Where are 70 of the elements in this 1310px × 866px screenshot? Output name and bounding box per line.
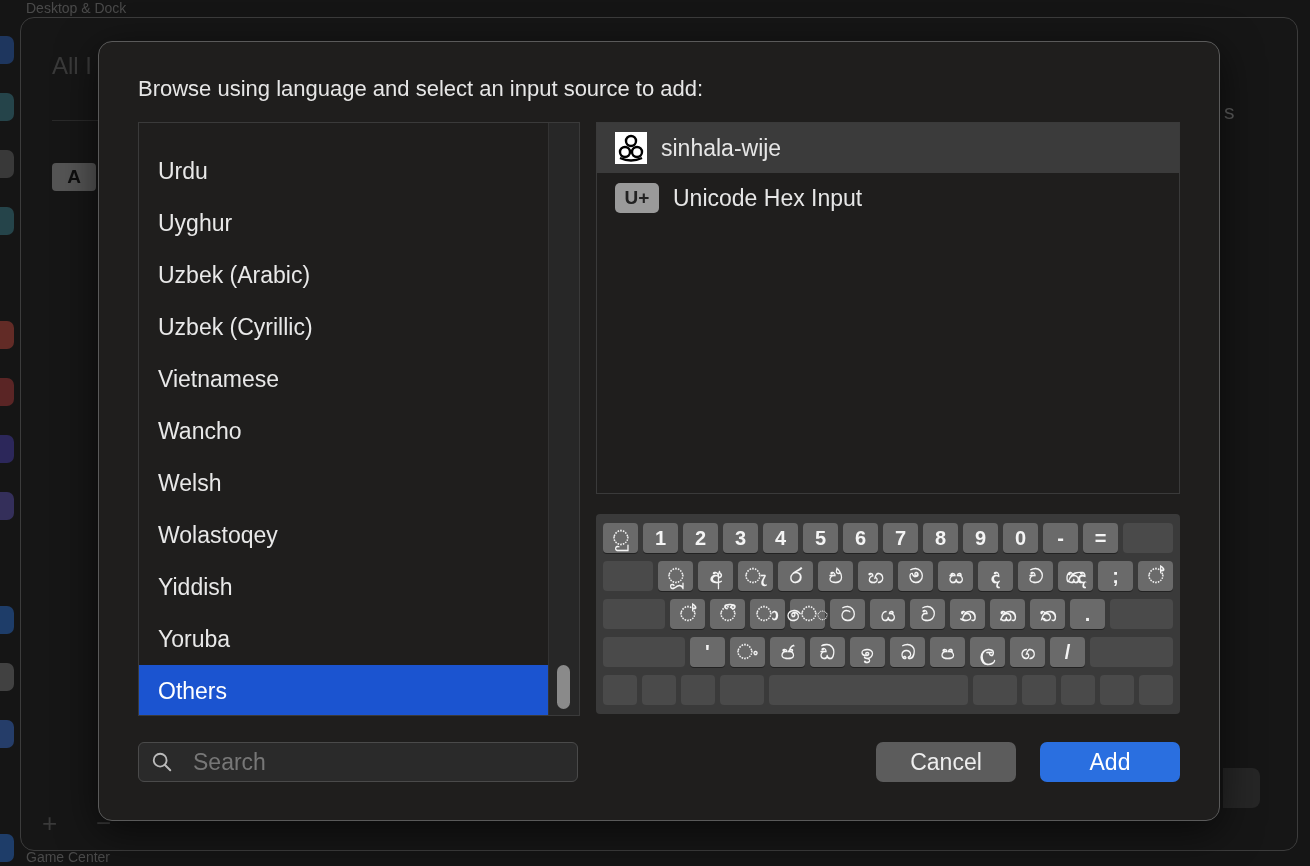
keyboard-key: ජ xyxy=(770,637,805,667)
input-source-label: sinhala-wije xyxy=(661,134,782,162)
keyboard-badge: A xyxy=(52,163,96,191)
keyboard-key: හ xyxy=(858,561,893,591)
search-icon xyxy=(151,751,173,773)
cancel-button[interactable]: Cancel xyxy=(876,742,1016,782)
keyboard-key: ◌ං xyxy=(730,637,765,667)
keyboard-key: ඩ xyxy=(810,637,845,667)
keyboard-key: ය xyxy=(870,599,905,629)
keyboard-key: ස xyxy=(938,561,973,591)
dialog-prompt: Browse using language and select an input source to add: xyxy=(138,75,705,103)
keyboard-key: ◌ු xyxy=(603,523,638,553)
keyboard-key: ◌ී xyxy=(710,599,745,629)
keyboard-key: ඤ xyxy=(1058,561,1093,591)
language-item[interactable]: Wancho xyxy=(139,405,548,457)
keyboard-key: එ xyxy=(818,561,853,591)
keyboard-key: . xyxy=(1070,599,1105,629)
keyboard-key: අ xyxy=(698,561,733,591)
unicode-badge-icon: U+ xyxy=(615,183,659,213)
keyboard-key: ප xyxy=(930,637,965,667)
keyboard-key: ◌් xyxy=(1138,561,1173,591)
language-item[interactable]: Vietnamese xyxy=(139,353,548,405)
keyboard-key: ග xyxy=(1010,637,1045,667)
keyboard-key: ව xyxy=(910,599,945,629)
keyboard-key: = xyxy=(1083,523,1118,553)
keyboard-key: ; xyxy=(1098,561,1133,591)
language-item[interactable]: Urdu xyxy=(139,145,548,197)
keyboard-key: 0 xyxy=(1003,523,1038,553)
keyboard-key: ' xyxy=(690,637,725,667)
keyboard-key: 2 xyxy=(683,523,718,553)
language-item[interactable]: Wolastoqey xyxy=(139,509,548,561)
keyboard-key: න xyxy=(950,599,985,629)
keyboard-key: ම xyxy=(898,561,933,591)
keyboard-key: බ xyxy=(890,637,925,667)
keyboard-key: / xyxy=(1050,637,1085,667)
keyboard-key: ◌ා xyxy=(750,599,785,629)
language-item[interactable]: Uzbek (Arabic) xyxy=(139,249,548,301)
keyboard-key: ◌ූ xyxy=(658,561,693,591)
keyboard-key: 1 xyxy=(643,523,678,553)
input-source-item[interactable]: sinhala-wije xyxy=(597,123,1179,173)
language-item[interactable]: Others xyxy=(139,665,548,715)
input-source-label: Unicode Hex Input xyxy=(673,184,863,212)
keyboard-key: ත xyxy=(1030,599,1065,629)
keyboard-key: ද xyxy=(978,561,1013,591)
add-button[interactable]: Add xyxy=(1040,742,1180,782)
language-item[interactable]: Uzbek (Cyrillic) xyxy=(139,301,548,353)
keyboard-key: ◌් xyxy=(670,599,705,629)
keyboard-key: ච xyxy=(1018,561,1053,591)
keyboard-key: ට xyxy=(830,599,865,629)
language-item[interactable]: Yiddish xyxy=(139,561,548,613)
language-item[interactable]: Yoruba xyxy=(139,613,548,665)
keyboard-key: 7 xyxy=(883,523,918,553)
input-source-item[interactable]: U+ Unicode Hex Input xyxy=(597,173,1179,223)
language-item[interactable]: Welsh xyxy=(139,457,548,509)
keyboard-key: ◌ැ xyxy=(738,561,773,591)
keyboard-key: 5 xyxy=(803,523,838,553)
keyboard-key: ඉ xyxy=(850,637,885,667)
keyboard-key: 4 xyxy=(763,523,798,553)
keyboard-key: ක xyxy=(990,599,1025,629)
keyboard-key: 3 xyxy=(723,523,758,553)
keyboard-key: 8 xyxy=(923,523,958,553)
keyboard-key: ර xyxy=(778,561,813,591)
keyboard-key: 6 xyxy=(843,523,878,553)
keyboard-key: ල xyxy=(970,637,1005,667)
search-field[interactable]: Search xyxy=(138,742,578,782)
keyboard-key: - xyxy=(1043,523,1078,553)
scrollbar-thumb[interactable] xyxy=(557,665,570,709)
keyboard-key: 9 xyxy=(963,523,998,553)
language-item[interactable]: Uyghur xyxy=(139,197,548,249)
partial-label: s xyxy=(1224,100,1235,124)
